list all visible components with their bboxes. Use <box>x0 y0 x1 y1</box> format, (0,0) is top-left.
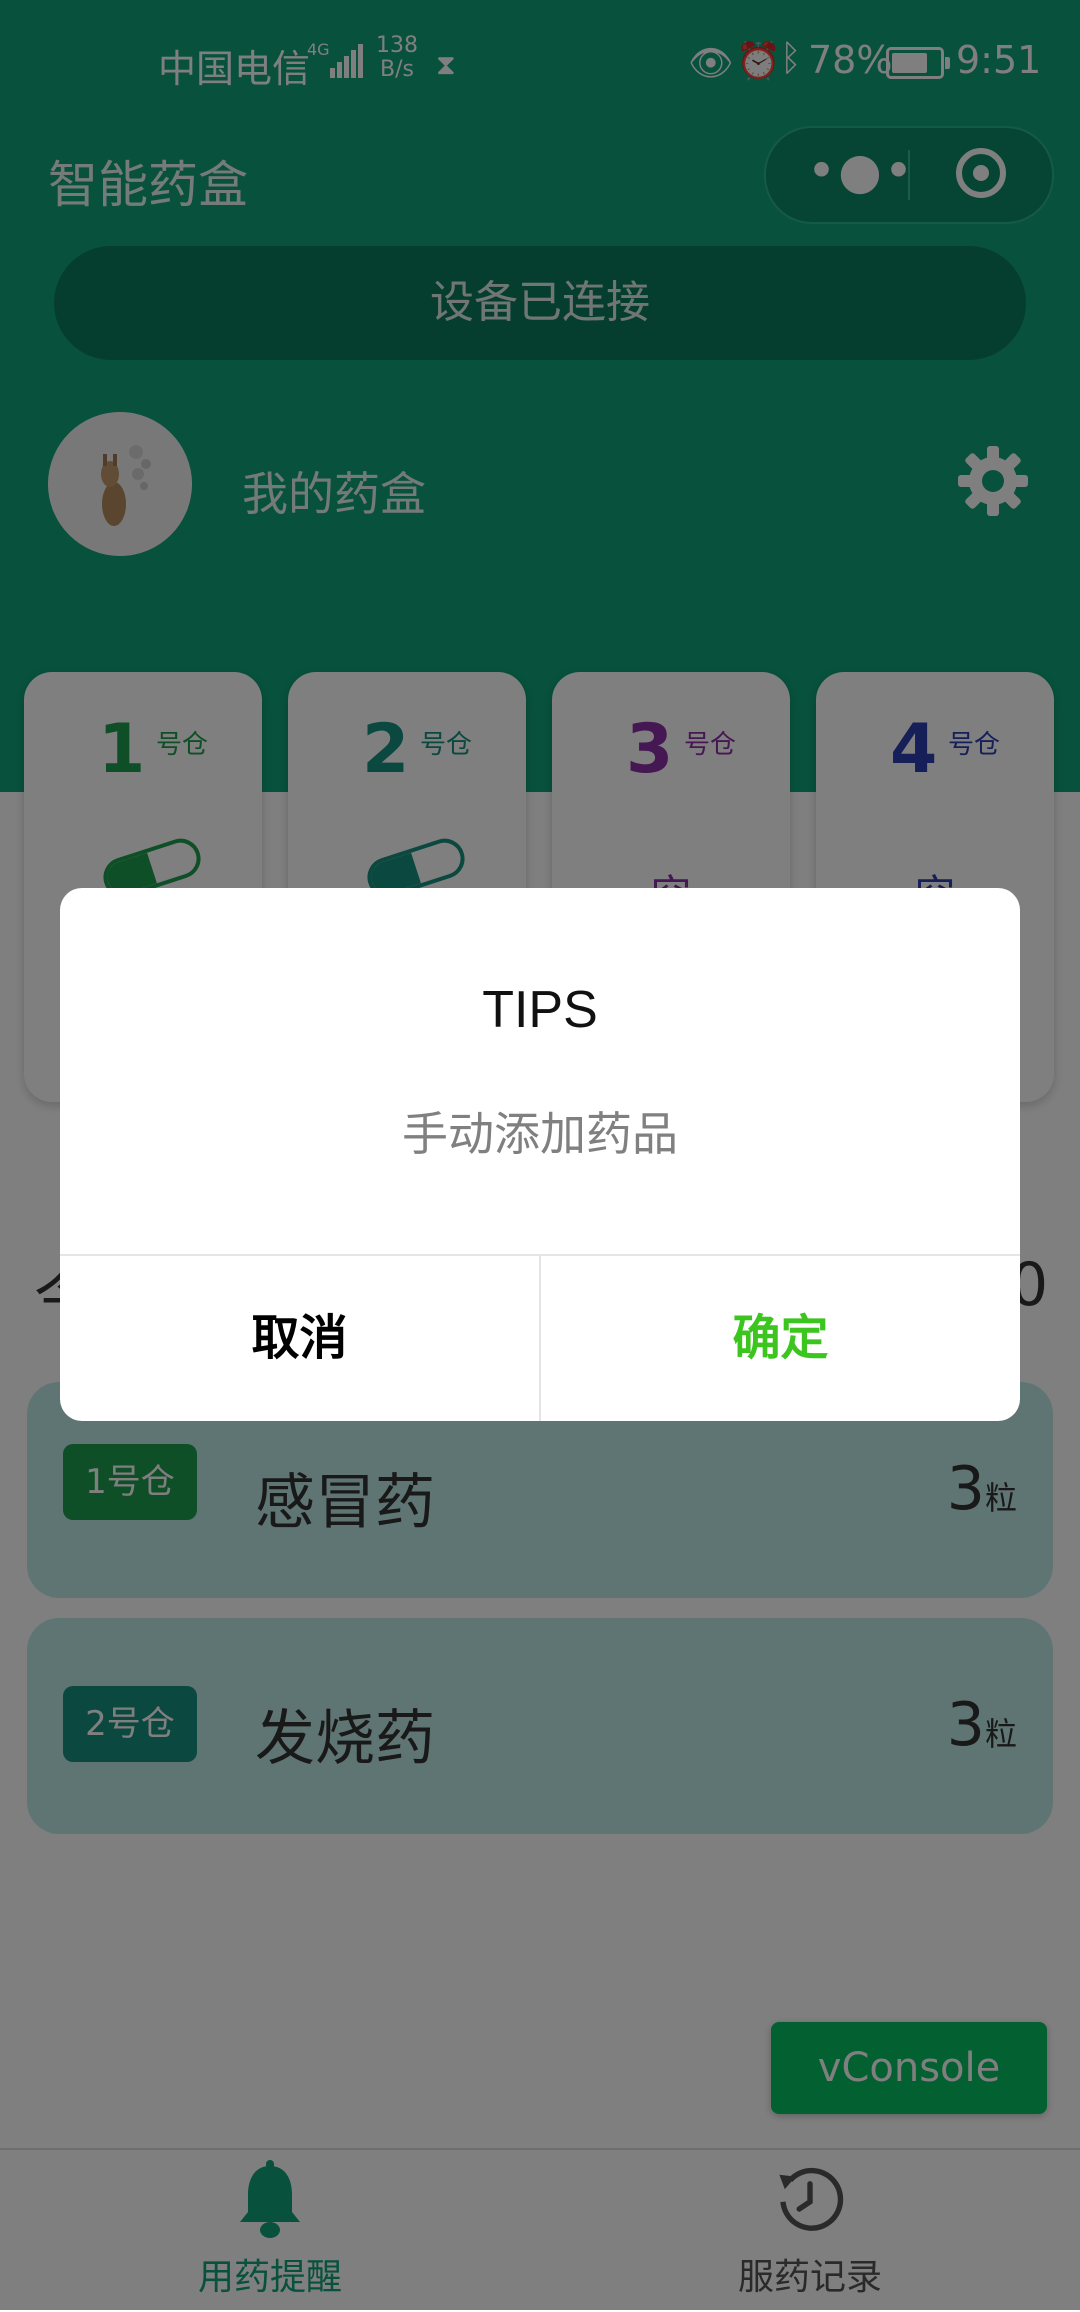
cancel-button[interactable]: 取消 <box>60 1256 539 1421</box>
dialog-message: 手动添加药品 <box>402 1107 678 1161</box>
dialog-title: TIPS <box>482 981 598 1039</box>
tips-dialog: TIPS 手动添加药品 取消 确定 <box>60 888 1020 1421</box>
confirm-button[interactable]: 确定 <box>541 1256 1020 1421</box>
